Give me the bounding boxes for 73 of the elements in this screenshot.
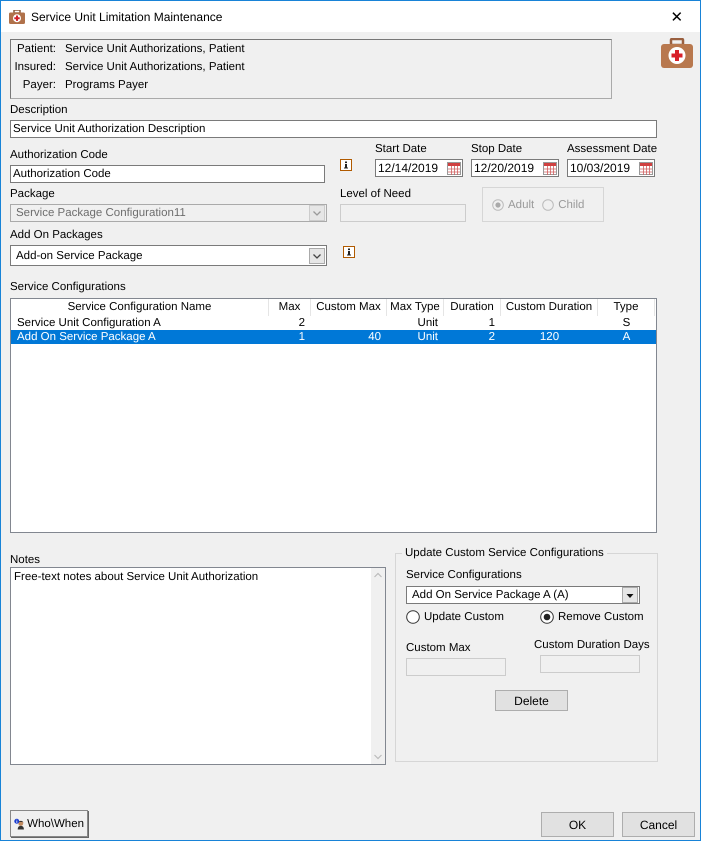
- ok-button[interactable]: OK: [541, 812, 614, 837]
- add-on-packages-dropdown[interactable]: Add-on Service Package: [10, 245, 327, 266]
- section-label: Service Configurations: [10, 280, 127, 294]
- calendar-icon[interactable]: [447, 162, 461, 174]
- radio-label: Adult: [508, 198, 534, 210]
- field-label: Assessment Date: [567, 142, 658, 156]
- table-row[interactable]: Service Unit Configuration A 2 Unit 1 S: [11, 316, 656, 330]
- table-cell-text: Add On Service Package A: [16, 330, 157, 344]
- table-cell-text: 1: [298, 330, 306, 344]
- caret-icon: [622, 587, 638, 603]
- info-value: Service Unit Authorizations, Patient: [65, 42, 245, 56]
- field-label: Stop Date: [471, 142, 524, 156]
- field-label: Add On Packages: [10, 228, 104, 242]
- date-field[interactable]: 12/14/2019: [375, 159, 463, 177]
- column-header[interactable]: Type: [598, 299, 655, 316]
- window-title: Service Unit Limitation Maintenance: [31, 10, 222, 24]
- notes-field[interactable]: Free-text notes about Service Unit Authorization: [10, 567, 386, 765]
- field-label: Level of Need: [340, 187, 412, 201]
- close-button[interactable]: ✕: [654, 8, 700, 26]
- field-label: Custom Duration Days: [534, 638, 650, 652]
- field-label: Custom Max: [406, 641, 472, 655]
- who-when-button[interactable]: Who\When: [10, 810, 88, 837]
- cancel-button[interactable]: Cancel: [622, 812, 695, 837]
- info-label: Patient:: [16, 42, 56, 56]
- table-cell-text: A: [622, 330, 632, 344]
- radio-label: Update Custom: [424, 611, 504, 623]
- date-field[interactable]: 10/03/2019: [567, 159, 655, 177]
- radio-button[interactable]: [540, 610, 554, 624]
- info-label: Insured:: [13, 60, 56, 74]
- authorization-code-field[interactable]: Authorization Code: [10, 165, 325, 183]
- caret-icon: [309, 205, 325, 221]
- scrollbar[interactable]: [371, 568, 385, 764]
- info-icon[interactable]: [343, 246, 355, 258]
- field-label: Notes: [10, 553, 42, 567]
- delete-button[interactable]: Delete: [495, 690, 568, 711]
- field-label: Start Date: [375, 142, 428, 156]
- date-field[interactable]: 12/20/2019: [471, 159, 559, 177]
- column-header[interactable]: Service Configuration Name: [11, 299, 269, 316]
- info-label: Payer:: [22, 78, 56, 92]
- column-header[interactable]: Max Type: [387, 299, 444, 316]
- medical-kit-icon: [9, 10, 25, 24]
- table-cell-text: Service Unit Configuration A: [16, 316, 162, 330]
- field-label: Description: [10, 103, 69, 117]
- field-label: Service Configurations: [406, 568, 523, 582]
- table-cell-text: 40: [367, 330, 382, 344]
- chevron-down-icon: [309, 248, 325, 264]
- radio-button[interactable]: [406, 610, 420, 624]
- column-header[interactable]: Max: [269, 299, 311, 316]
- medical-kit-icon: [661, 38, 693, 68]
- table-cell-text: Unit: [416, 316, 439, 330]
- service-configurations-dropdown[interactable]: Add On Service Package A (A): [406, 586, 640, 604]
- radio-label: Child: [558, 198, 584, 210]
- table-cell-text: 2: [488, 330, 496, 344]
- table-cell-text: S: [622, 316, 632, 330]
- table-cell-text: 2: [298, 316, 306, 330]
- column-header[interactable]: Custom Max: [311, 299, 387, 316]
- calendar-icon[interactable]: [543, 162, 557, 174]
- column-header[interactable]: Custom Duration: [501, 299, 598, 316]
- notes-text: Free-text notes about Service Unit Authorization: [13, 570, 260, 585]
- info-icon[interactable]: [340, 159, 352, 171]
- calendar-icon[interactable]: [639, 162, 653, 174]
- field-label: Package: [10, 187, 56, 201]
- info-value: Service Unit Authorizations, Patient: [65, 60, 245, 74]
- table-cell-text: Unit: [416, 330, 439, 344]
- table-cell-text: 1: [488, 316, 496, 330]
- radio-label: Remove Custom: [558, 611, 644, 623]
- description-field[interactable]: Service Unit Authorization Description: [10, 120, 657, 138]
- group-title: Update Custom Service Configurations: [402, 546, 607, 560]
- table-cell-text: 120: [538, 330, 560, 344]
- column-header[interactable]: Duration: [444, 299, 501, 316]
- field-label: Authorization Code: [10, 148, 109, 162]
- info-value: Programs Payer: [65, 78, 148, 92]
- table-row[interactable]: Add On Service Package A 1 40 Unit 2 120 A: [11, 330, 656, 344]
